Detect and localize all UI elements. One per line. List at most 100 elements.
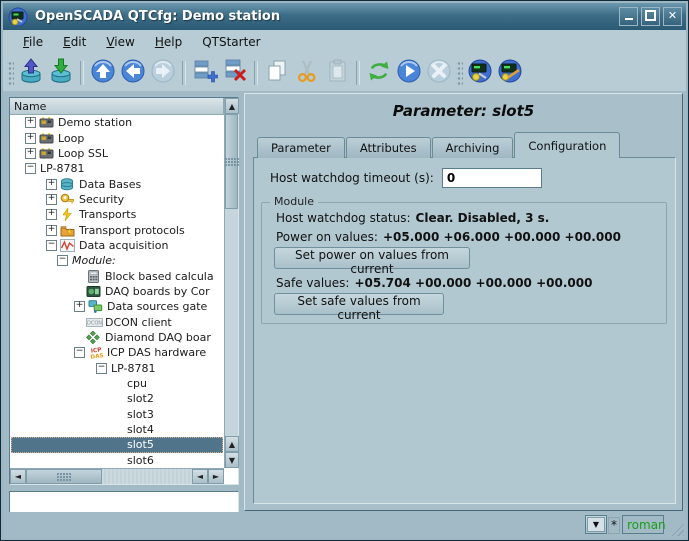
tree-header[interactable]: Name bbox=[10, 98, 224, 115]
minimize-button[interactable] bbox=[619, 7, 638, 26]
expand-icon[interactable]: + bbox=[46, 179, 57, 190]
previous-button[interactable] bbox=[118, 58, 148, 88]
tree-item-loop-ssl[interactable]: +Loop SSL bbox=[11, 146, 223, 161]
collapse-icon[interactable]: − bbox=[25, 163, 36, 174]
menu-item-help[interactable]: Help bbox=[145, 32, 192, 52]
load-from-db-button[interactable] bbox=[16, 58, 46, 88]
tree-item-transport-protocols[interactable]: +Transport protocols bbox=[11, 222, 223, 237]
vertical-scrollbar[interactable]: ▲ ▲ ▼ bbox=[224, 98, 238, 468]
menu-item-qtstarter[interactable]: QTStarter bbox=[192, 32, 270, 52]
tab-parameter[interactable]: Parameter bbox=[257, 137, 345, 158]
scroll-left2-icon[interactable]: ◄ bbox=[192, 469, 208, 484]
menu-item-view[interactable]: View bbox=[96, 32, 144, 52]
expand-icon[interactable]: + bbox=[25, 117, 36, 128]
tree-item-loop[interactable]: +Loop bbox=[11, 130, 223, 145]
dcon-icon: DCON bbox=[86, 317, 104, 328]
toolbar-separator bbox=[182, 61, 186, 85]
qtstarter-modify-button[interactable] bbox=[495, 58, 525, 88]
expand-icon[interactable]: + bbox=[25, 148, 36, 159]
app-icon bbox=[8, 7, 28, 27]
circle-left-icon bbox=[120, 58, 146, 88]
expand-icon[interactable]: + bbox=[46, 209, 57, 220]
tree-item-icp-das-hardware[interactable]: −ICPDASICP DAS hardware bbox=[11, 345, 223, 360]
tree-item-security[interactable]: +Security bbox=[11, 192, 223, 207]
parameter-panel: Parameter: slot5 ParameterAttributesArch… bbox=[244, 93, 683, 511]
tab-configuration[interactable]: Configuration bbox=[514, 132, 620, 158]
vertical-scroll-thumb[interactable] bbox=[225, 114, 238, 209]
maximize-button[interactable] bbox=[641, 7, 660, 26]
refresh-button[interactable] bbox=[364, 58, 394, 88]
tree-item-slot3[interactable]: slot3 bbox=[11, 407, 223, 422]
collapse-icon[interactable]: − bbox=[96, 363, 107, 374]
up-button[interactable] bbox=[88, 58, 118, 88]
tree-item-slot5[interactable]: slot5 bbox=[11, 437, 223, 452]
horizontal-scroll-thumb[interactable] bbox=[26, 469, 102, 484]
tree-item-cpu[interactable]: cpu bbox=[11, 376, 223, 391]
protocol-icon bbox=[60, 224, 78, 237]
expand-icon[interactable]: + bbox=[74, 301, 85, 312]
configuration-tab-content: Host watchdog timeout (s): Module Host w… bbox=[253, 157, 676, 504]
save-to-db-button[interactable] bbox=[46, 58, 76, 88]
tree-item-slot2[interactable]: slot2 bbox=[11, 391, 223, 406]
tree-item-data-bases[interactable]: +Data Bases bbox=[11, 176, 223, 191]
watchdog-timeout-label: Host watchdog timeout (s): bbox=[270, 171, 434, 185]
tree-item-data-sources-gate[interactable]: +Data sources gate bbox=[11, 299, 223, 314]
expand-icon[interactable]: + bbox=[46, 225, 57, 236]
scroll-up-icon[interactable]: ▲ bbox=[225, 98, 239, 114]
copy-item-button[interactable] bbox=[262, 58, 292, 88]
close-button[interactable]: ✕ bbox=[663, 7, 682, 26]
tree-item-transports[interactable]: +Transports bbox=[11, 207, 223, 222]
menu-item-edit[interactable]: Edit bbox=[53, 32, 96, 52]
scroll-down-icon[interactable]: ▼ bbox=[225, 452, 239, 468]
expand-icon[interactable]: + bbox=[46, 194, 57, 205]
toolbar-handle[interactable] bbox=[7, 60, 14, 86]
tree-item-slot4[interactable]: slot4 bbox=[11, 422, 223, 437]
collapse-icon[interactable]: − bbox=[74, 347, 85, 358]
menu-item-file[interactable]: File bbox=[13, 32, 53, 52]
toolbar-handle[interactable] bbox=[456, 60, 463, 86]
scroll-track[interactable] bbox=[102, 469, 192, 484]
tree-item-lp-8781[interactable]: −LP-8781 bbox=[11, 161, 223, 176]
tab-attributes[interactable]: Attributes bbox=[346, 137, 431, 158]
expand-icon[interactable]: + bbox=[25, 133, 36, 144]
set-power-on-values-button[interactable]: Set power on values from current bbox=[274, 247, 470, 269]
comedi-icon bbox=[86, 285, 104, 298]
scroll-left-icon[interactable]: ◄ bbox=[10, 469, 26, 484]
toolbar bbox=[3, 54, 686, 92]
minimize-icon bbox=[625, 18, 633, 20]
tree-item-slot6[interactable]: slot6 bbox=[11, 453, 223, 468]
set-safe-values-button[interactable]: Set safe values from current bbox=[274, 293, 444, 315]
paste-icon bbox=[324, 58, 350, 88]
resize-grip[interactable] bbox=[670, 522, 684, 536]
qtstarter-config-button[interactable] bbox=[465, 58, 495, 88]
maximize-icon bbox=[645, 10, 656, 21]
scroll-right-icon[interactable]: ► bbox=[208, 469, 224, 484]
add-item-button[interactable] bbox=[190, 58, 220, 88]
cut-item-button[interactable] bbox=[292, 58, 322, 88]
paste-item-button bbox=[322, 58, 352, 88]
toolbar-separator bbox=[254, 61, 258, 85]
tree-item-dcon-client[interactable]: DCONDCON client bbox=[11, 314, 223, 329]
tree-item-lp-8781[interactable]: −LP-8781 bbox=[11, 361, 223, 376]
tree-item-diamond-daq-boar[interactable]: Diamond DAQ boar bbox=[11, 330, 223, 345]
watchdog-timeout-input[interactable] bbox=[442, 168, 542, 188]
collapse-icon[interactable]: − bbox=[46, 240, 57, 251]
power-on-values-label: Power on values: bbox=[276, 230, 378, 244]
collapse-icon[interactable]: − bbox=[57, 255, 68, 266]
tree-item-daq-boards-by-cor[interactable]: DAQ boards by Cor bbox=[11, 284, 223, 299]
tree-item-demo-station[interactable]: +Demo station bbox=[11, 115, 223, 130]
horizontal-scrollbar[interactable]: ◄ ◄ ► bbox=[10, 468, 224, 484]
start-update-button[interactable] bbox=[394, 58, 424, 88]
search-input[interactable] bbox=[9, 491, 239, 513]
tree-item-block-based-calcula[interactable]: Block based calcula bbox=[11, 268, 223, 283]
title-bar[interactable]: OpenSCADA QTCfg: Demo station ✕ bbox=[3, 3, 686, 31]
user-badge[interactable]: roman bbox=[622, 515, 664, 534]
tree-item-module[interactable]: −Module: bbox=[11, 253, 223, 268]
safe-values-value: +05.704 +00.000 +00.000 +00.000 bbox=[354, 276, 592, 290]
tab-bar: ParameterAttributesArchivingConfiguratio… bbox=[257, 132, 621, 158]
status-dropdown-button[interactable]: ▼ bbox=[585, 515, 607, 534]
tab-archiving[interactable]: Archiving bbox=[432, 137, 514, 158]
delete-item-button[interactable] bbox=[220, 58, 250, 88]
scroll-up2-icon[interactable]: ▲ bbox=[225, 436, 239, 452]
tree-item-data-acquisition[interactable]: −Data acquisition bbox=[11, 238, 223, 253]
